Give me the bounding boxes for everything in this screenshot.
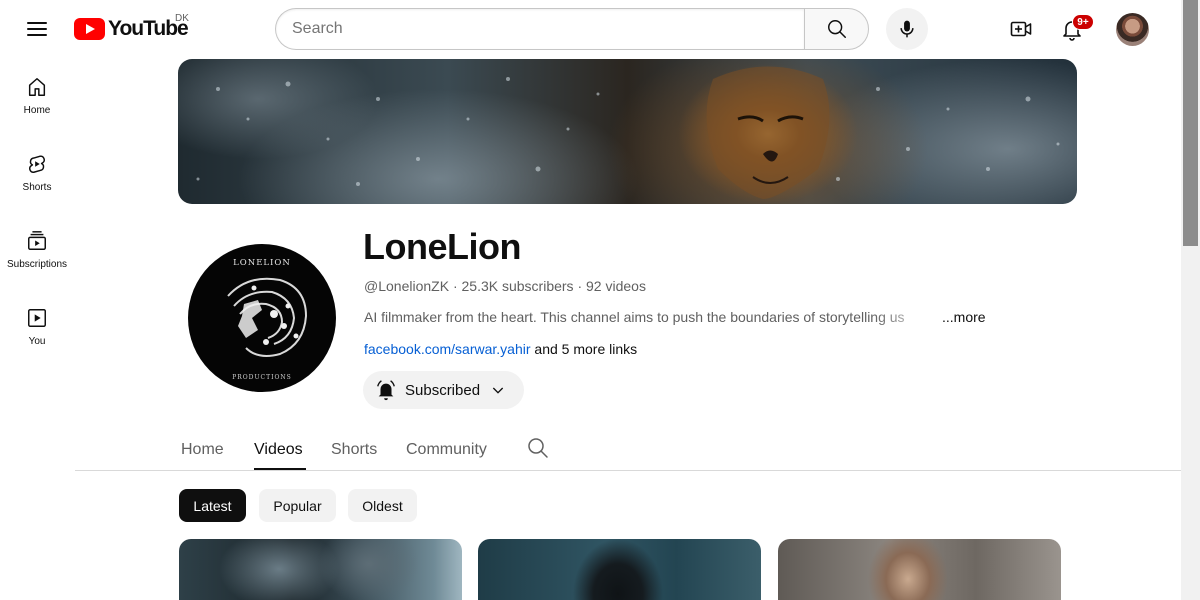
channel-description[interactable]: AI filmmaker from the heart. This channe… [364, 309, 986, 325]
subscriptions-icon [25, 229, 49, 253]
voice-search-button[interactable] [886, 8, 928, 50]
youtube-play-icon [74, 18, 105, 40]
channel-metadata: @LonelionZK · 25.3K subscribers · 92 vid… [364, 278, 646, 294]
meta-separator: · [577, 278, 587, 294]
tab-shorts[interactable]: Shorts [331, 430, 377, 470]
notification-count-badge: 9+ [1072, 14, 1094, 30]
sidebar-item-label: Subscriptions [6, 258, 68, 270]
sidebar-item-shorts[interactable]: Shorts [0, 135, 74, 209]
channel-handle: @LonelionZK [364, 278, 450, 294]
sidebar-item-label: Shorts [22, 181, 52, 193]
tab-community[interactable]: Community [406, 430, 487, 470]
filter-chip-popular[interactable]: Popular [259, 489, 336, 522]
banner-artwork [196, 66, 1060, 199]
channel-links: facebook.com/sarwar.yahir and 5 more lin… [364, 341, 637, 357]
sidebar-item-label: Home [23, 104, 51, 116]
filter-chip-latest[interactable]: Latest [179, 489, 246, 522]
avatar-text-top: LONELION [233, 258, 291, 268]
filter-chip-oldest[interactable]: Oldest [348, 489, 417, 522]
description-text: AI filmmaker from the heart. This channe… [364, 309, 905, 325]
description-more-button[interactable]: ...more [942, 309, 986, 325]
lion-logo-icon: LONELION PRODUCTIONS [227, 258, 308, 381]
menu-icon[interactable] [22, 14, 52, 44]
video-count: 92 videos [586, 278, 646, 294]
account-avatar[interactable] [1116, 13, 1149, 46]
home-icon [25, 75, 49, 99]
chevron-down-icon [492, 387, 504, 394]
subscribe-label: Subscribed [405, 381, 481, 399]
search-bar [275, 8, 869, 50]
shorts-icon [25, 152, 49, 176]
create-button[interactable] [1004, 12, 1038, 46]
sidebar-item-home[interactable]: Home [0, 58, 74, 132]
channel-search-button[interactable] [526, 436, 550, 460]
region-code: DK [175, 13, 189, 24]
video-thumbnail[interactable] [778, 539, 1061, 600]
masthead: YouTube DK 9+ [0, 0, 1200, 58]
avatar-text-bottom: PRODUCTIONS [232, 374, 292, 381]
video-thumbnail[interactable] [179, 539, 462, 600]
subscriber-count: 25.3K subscribers [461, 278, 574, 294]
sidebar-item-you[interactable]: You [0, 289, 74, 363]
you-icon [25, 306, 49, 330]
channel-banner [178, 59, 1077, 204]
video-thumbnail[interactable] [478, 539, 761, 600]
facebook-link[interactable]: facebook.com/sarwar.yahir [364, 341, 531, 357]
scrollbar-thumb[interactable] [1183, 0, 1198, 246]
channel-name: LoneLion [363, 226, 521, 267]
search-input[interactable] [275, 8, 804, 50]
search-icon [528, 438, 548, 458]
youtube-logo[interactable]: YouTube [74, 16, 189, 42]
tab-home[interactable]: Home [181, 430, 224, 470]
create-video-icon [1010, 21, 1032, 37]
sidebar-item-label: You [28, 335, 46, 347]
tab-videos[interactable]: Videos [254, 430, 303, 470]
meta-separator: · [452, 278, 462, 294]
subscribed-button[interactable]: Subscribed [363, 371, 524, 409]
search-button[interactable] [804, 8, 869, 50]
microphone-icon [900, 20, 914, 38]
bell-icon [377, 380, 395, 401]
tabs-divider [75, 470, 1181, 471]
search-icon [827, 20, 846, 38]
sidebar-item-subscriptions[interactable]: Subscriptions [0, 212, 74, 286]
channel-avatar[interactable]: LONELION PRODUCTIONS [188, 244, 336, 392]
more-links-button[interactable]: and 5 more links [534, 341, 637, 357]
